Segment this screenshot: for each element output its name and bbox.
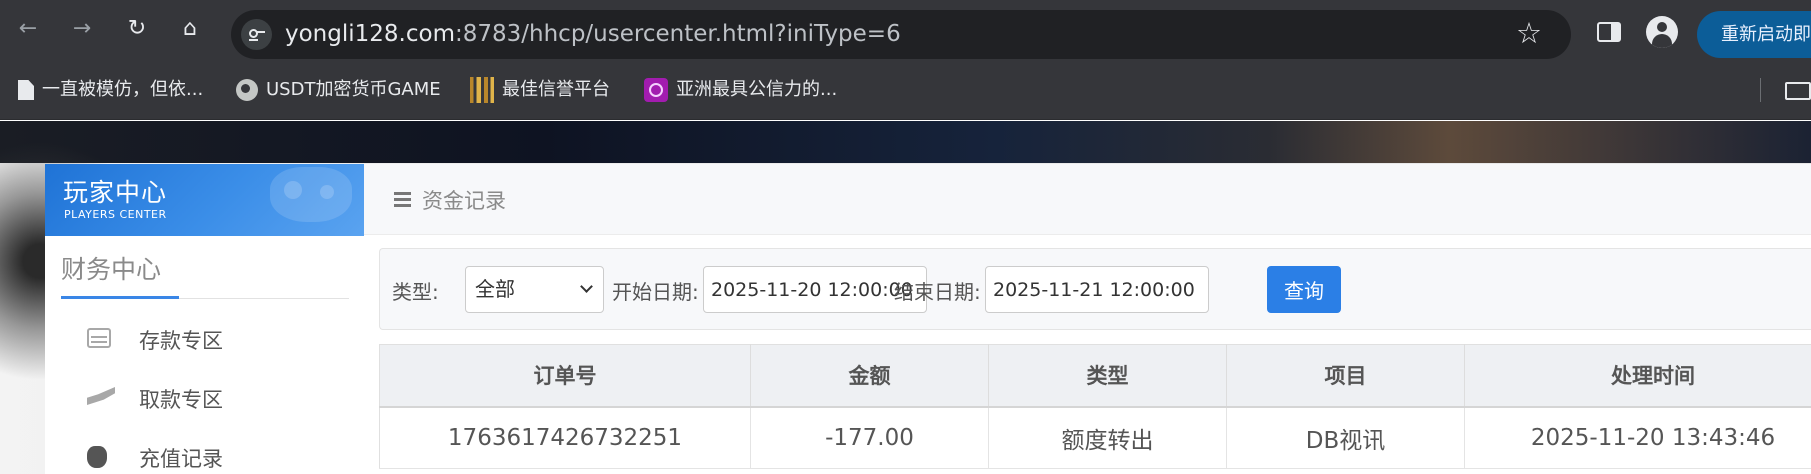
url-host: yongli128.com <box>285 21 455 47</box>
sidebar: 玩家中心 PLAYERS CENTER 财务中心 存款专区 取款专区 充值记录 <box>45 164 364 474</box>
start-date-label: 开始日期: <box>612 280 699 304</box>
sidebar-item-withdraw[interactable]: 取款专区 <box>45 374 364 420</box>
table-row: 1763617426732251 -177.00 额度转出 DB视讯 2025-… <box>379 406 1811 469</box>
sidebar-section-title: 财务中心 <box>61 255 162 284</box>
fund-records-table: 订单号 金额 类型 项目 处理时间 1763617426732251 -177.… <box>379 344 1811 469</box>
bookmarks-bar: 一直被模仿，但依... USDT加密货币GAME 最佳信誉平台 亚洲最具公信力的… <box>0 60 1811 120</box>
col-header-item: 项目 <box>1226 344 1465 408</box>
gamepad-icon <box>270 167 352 222</box>
chevron-down-icon <box>580 280 593 293</box>
gold-logo-icon <box>470 77 494 103</box>
site-info-icon[interactable] <box>241 19 272 50</box>
bookmark-label: USDT加密货币GAME <box>266 79 441 100</box>
url-text[interactable]: yongli128.com:8783/hhcp/usercenter.html?… <box>285 21 901 47</box>
table-header-row: 订单号 金额 类型 项目 处理时间 <box>379 344 1811 408</box>
query-button[interactable]: 查询 <box>1267 266 1341 313</box>
forward-icon[interactable]: → <box>67 14 97 44</box>
bookmark-star-icon[interactable]: ☆ <box>1516 16 1542 50</box>
end-date-input[interactable] <box>985 266 1209 313</box>
url-path: :8783/hhcp/usercenter.html?iniType=6 <box>454 21 901 47</box>
home-icon[interactable]: ⌂ <box>175 14 205 44</box>
cell-order-no: 1763617426732251 <box>379 406 751 469</box>
col-header-type: 类型 <box>988 344 1227 408</box>
address-bar[interactable]: yongli128.com:8783/hhcp/usercenter.html?… <box>231 10 1571 59</box>
reload-icon[interactable]: ↻ <box>122 14 152 44</box>
bookmark-label: 一直被模仿，但依... <box>42 79 204 100</box>
menu-icon <box>394 192 411 195</box>
logo-subtitle: PLAYERS CENTER <box>64 208 167 221</box>
content-header: 资金记录 <box>364 164 1811 235</box>
bookmark-item[interactable]: USDT加密货币GAME <box>236 77 441 103</box>
filter-bar: 类型: 全部 开始日期: 结束日期: 查询 <box>379 248 1811 330</box>
sidebar-item-label: 充值记录 <box>139 447 223 471</box>
sidebar-item-label: 取款专区 <box>139 388 223 412</box>
cell-amount: -177.00 <box>750 406 989 469</box>
purple-logo-icon <box>644 78 668 102</box>
col-header-order-no: 订单号 <box>379 344 751 408</box>
sidebar-item-label: 存款专区 <box>139 329 223 353</box>
browser-toolbar: ← → ↻ ⌂ yongli128.com:8783/hhcp/usercent… <box>0 0 1811 60</box>
content-body: 类型: 全部 开始日期: 结束日期: 查询 订单号 金额 类型 项目 处理 <box>364 235 1811 474</box>
sidebar-item-deposit[interactable]: 存款专区 <box>45 315 364 361</box>
side-panel-icon[interactable] <box>1597 22 1621 42</box>
bookmark-item[interactable]: 一直被模仿，但依... <box>18 77 203 103</box>
withdraw-hand-icon <box>87 387 115 405</box>
bookmark-label: 亚洲最具公信力的... <box>676 79 838 100</box>
bookmarks-folder-icon[interactable] <box>1785 82 1811 100</box>
type-select-value: 全部 <box>475 277 515 301</box>
document-icon <box>18 80 34 100</box>
globe-icon <box>236 79 258 101</box>
cell-process-time: 2025-11-20 13:43:46 <box>1464 406 1811 469</box>
bookmark-label: 最佳信誉平台 <box>502 79 610 100</box>
bookmark-item[interactable]: 最佳信誉平台 <box>470 77 610 103</box>
relaunch-button[interactable]: 重新启动即可更新 <box>1697 11 1811 58</box>
cell-item: DB视讯 <box>1226 406 1465 469</box>
type-select[interactable]: 全部 <box>465 266 604 313</box>
bookmark-item[interactable]: 亚洲最具公信力的... <box>644 77 837 103</box>
page-viewport: 玩家中心 PLAYERS CENTER 财务中心 存款专区 取款专区 充值记录 … <box>0 121 1811 474</box>
col-header-process-time: 处理时间 <box>1464 344 1811 408</box>
col-header-amount: 金额 <box>750 344 989 408</box>
cell-type: 额度转出 <box>988 406 1227 469</box>
page-banner <box>0 121 1811 163</box>
section-underline <box>61 296 179 299</box>
type-label: 类型: <box>392 280 439 304</box>
deposit-card-icon <box>87 328 111 348</box>
end-date-label: 结束日期: <box>894 280 981 304</box>
sidebar-item-recharge-records[interactable]: 充值记录 <box>45 433 364 474</box>
players-center-logo: 玩家中心 PLAYERS CENTER <box>45 164 364 236</box>
breadcrumb: 资金记录 <box>422 189 506 213</box>
back-icon[interactable]: ← <box>13 14 43 44</box>
bookmarks-divider <box>1760 78 1761 102</box>
profile-avatar-icon[interactable] <box>1646 16 1678 48</box>
logo-title: 玩家中心 <box>63 178 168 207</box>
moneybag-icon <box>87 446 107 468</box>
